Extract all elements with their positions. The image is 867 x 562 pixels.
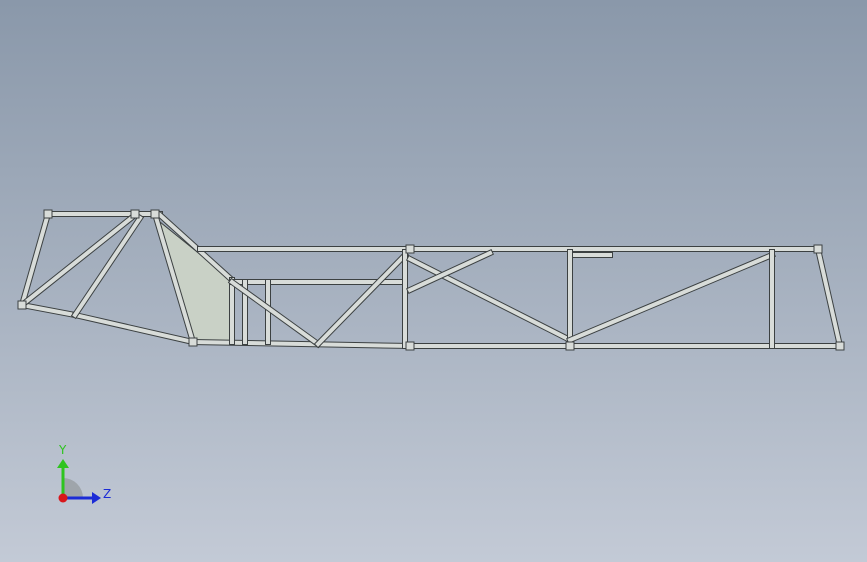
frame-joint	[813, 244, 823, 254]
frame-joint	[565, 341, 575, 351]
frame-member	[567, 252, 775, 343]
frame-member	[19, 212, 138, 308]
x-axis-point-icon	[58, 493, 68, 503]
z-axis-label: Z	[103, 487, 111, 501]
y-axis-arrowhead-icon	[57, 459, 69, 468]
y-axis-label: Y	[58, 443, 67, 457]
frame-members	[17, 210, 844, 350]
graphics-viewport[interactable]: Y Z	[0, 0, 867, 562]
frame-joint	[17, 300, 27, 310]
frame-member	[72, 312, 196, 345]
frame-joint	[188, 337, 198, 347]
frame-joint	[43, 209, 53, 219]
frame-joint	[130, 209, 140, 219]
frame-member	[72, 215, 143, 318]
view-orientation-triad: Y Z	[40, 440, 120, 515]
frame-joint	[405, 244, 415, 254]
truss-frame-model[interactable]	[0, 0, 867, 562]
frame-joint	[405, 341, 415, 351]
z-axis-arrowhead-icon	[92, 492, 101, 504]
frame-joint	[835, 341, 845, 351]
frame-member	[19, 302, 78, 318]
frame-member	[315, 252, 408, 347]
frame-member	[407, 256, 573, 343]
frame-joint	[150, 209, 160, 219]
gusset-panel	[159, 220, 233, 343]
frame-member	[407, 250, 493, 293]
frame-member	[815, 246, 843, 349]
